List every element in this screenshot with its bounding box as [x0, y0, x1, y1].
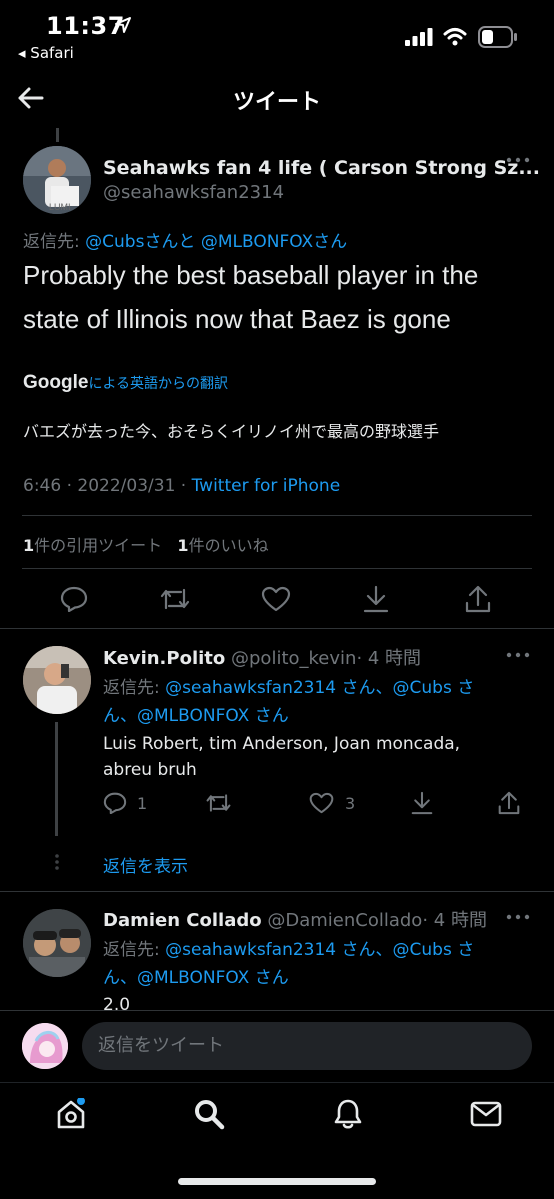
reply-count: 1 [137, 794, 148, 813]
share-icon[interactable] [465, 585, 491, 613]
mention-cubs[interactable]: @Cubs [85, 232, 144, 252]
reply-2-reply-to-line-1: 返信先: @seahawksfan2314 さん、@Cubs さ [103, 940, 475, 960]
tab-bar-divider [0, 1082, 554, 1083]
divider [0, 628, 554, 629]
quote-count[interactable]: 1件の引用ツイート [23, 536, 162, 555]
tweet-date: 2022/03/31 [77, 476, 176, 496]
reply-1-reply-to-line-1: 返信先: @seahawksfan2314 さん、@Cubs さ [103, 678, 475, 698]
thread-line [55, 722, 58, 836]
tweet-time: 6:46 [23, 476, 62, 496]
like-count: 3 [345, 794, 356, 813]
tweet-text-line-2: state of Illinois now that Baez is gone [23, 304, 451, 334]
tweet-text-line-1: Probably the best baseball player in the [23, 260, 479, 290]
translation-label[interactable]: による英語からの翻訳 [88, 376, 228, 392]
cellular-signal-icon [405, 28, 433, 46]
handle[interactable]: @seahawksfan2314 [103, 182, 284, 203]
reply-input[interactable]: 返信をツイート [82, 1022, 532, 1070]
thread-dots-icon [54, 853, 60, 871]
reply-2-handle[interactable]: @DamienCollado [267, 910, 422, 931]
translation-attribution[interactable]: Googleによる英語からの翻訳 [23, 372, 228, 394]
mention-mlbonfox[interactable]: @MLBONFOX [137, 706, 249, 726]
page-title: ツイート [232, 90, 321, 115]
reply-1-display-name[interactable]: Kevin.Polito [103, 648, 225, 669]
mention-seahawksfan2314[interactable]: @seahawksfan2314 [165, 940, 336, 960]
divider [22, 515, 532, 516]
like-icon[interactable] [309, 792, 334, 814]
more-icon[interactable] [506, 913, 530, 921]
notifications-icon[interactable] [332, 1098, 364, 1130]
divider [22, 568, 532, 569]
more-icon[interactable] [506, 651, 530, 659]
show-replies-link[interactable]: 返信を表示 [103, 852, 188, 877]
back-to-safari[interactable]: ◂ Safari [18, 44, 74, 62]
retweet-icon[interactable] [159, 586, 191, 612]
thread-line [56, 128, 59, 142]
mention-seahawksfan2314[interactable]: @seahawksfan2314 [165, 678, 336, 698]
like-icon[interactable] [261, 586, 291, 612]
reply-icon[interactable] [60, 586, 88, 612]
reply-icon[interactable] [103, 792, 127, 814]
avatar[interactable] [22, 1023, 68, 1069]
bookmark-icon[interactable] [363, 585, 389, 613]
reply-2-reply-to-line-2: ん、@MLBONFOX さん [103, 968, 289, 988]
location-arrow-icon [114, 16, 132, 34]
reply-1-handle[interactable]: @polito_kevin [231, 648, 356, 669]
home-indicator [178, 1178, 376, 1185]
reply-1-age: · 4 時間 [356, 648, 422, 669]
more-icon[interactable] [506, 156, 530, 164]
bookmark-icon[interactable] [411, 791, 433, 815]
battery-icon [478, 26, 518, 48]
reply-prefix: 返信先: [23, 232, 86, 252]
google-logo: Google [23, 372, 89, 393]
retweet-icon[interactable] [205, 792, 232, 814]
mention-cubs[interactable]: @Cubs [393, 678, 452, 698]
reply-2-header: Damien Collado @DamienCollado· 4 時間 [103, 906, 487, 932]
divider [0, 891, 554, 892]
search-icon[interactable] [193, 1098, 225, 1130]
reply-and: さんと [144, 232, 196, 252]
translated-text: バエズが去った今、おそらくイリノイ州で最高の野球選手 [23, 422, 440, 441]
meta-sep-1: · [66, 476, 72, 496]
like-count[interactable]: 1件のいいね [177, 536, 268, 555]
reply-san: さん [313, 232, 348, 252]
mention-cubs[interactable]: @Cubs [393, 940, 452, 960]
avatar[interactable] [23, 909, 91, 977]
tweet-source[interactable]: Twitter for iPhone [192, 476, 341, 496]
avatar-sign-text: LUMI [49, 202, 71, 212]
share-icon[interactable] [498, 791, 520, 815]
display-name[interactable]: Seahawks fan 4 life ( Carson Strong Sz..… [103, 157, 540, 179]
reply-1-reply-to-line-2: ん、@MLBONFOX さん [103, 706, 289, 726]
reply-1-text-line-2: abreu bruh [103, 760, 197, 780]
avatar[interactable] [23, 646, 91, 714]
reply-2-age: · 4 時間 [422, 910, 487, 931]
wifi-icon [443, 26, 467, 46]
home-icon[interactable] [55, 1098, 87, 1130]
tweet-stats: 1件の引用ツイート 1件のいいね [23, 532, 269, 556]
messages-icon[interactable] [470, 1100, 502, 1128]
meta-sep-2: · [180, 476, 187, 496]
reply-1-header: Kevin.Polito @polito_kevin· 4 時間 [103, 644, 421, 670]
reply-1-text-line-1: Luis Robert, tim Anderson, Joan moncada, [103, 734, 461, 754]
tweet-meta: 6:46 · 2022/03/31 · Twitter for iPhone [23, 476, 340, 496]
mention-mlbonfox[interactable]: @MLBONFOX [137, 968, 249, 988]
reply-2-display-name[interactable]: Damien Collado [103, 910, 262, 931]
reply-to-line: 返信先: @Cubsさんと @MLBONFOXさん [23, 227, 347, 252]
avatar[interactable]: LUMI [23, 146, 91, 214]
mention-mlbonfox[interactable]: @MLBONFOX [201, 232, 313, 252]
